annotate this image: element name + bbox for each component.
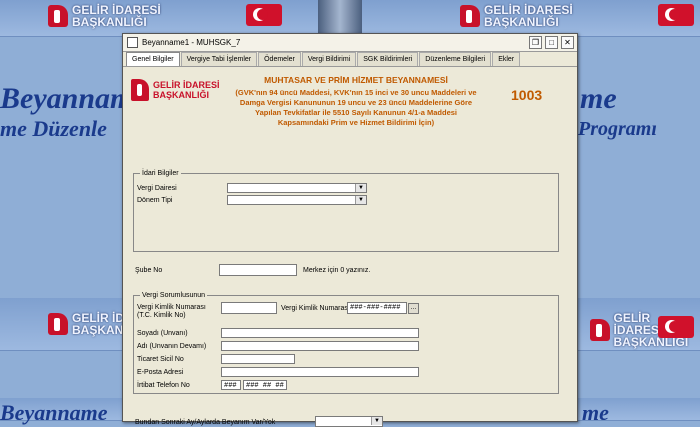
background-banner-text-6: me [582, 400, 609, 426]
telefon-number-input[interactable]: ### ## ## [243, 380, 287, 390]
maximize-icon[interactable]: □ [545, 36, 558, 49]
form-description: (GVK'nın 94 üncü Maddesi, KVK'nın 15 inc… [231, 88, 481, 128]
bg-logo-line2: BAŞKANLIĞI [72, 16, 161, 28]
tc-kimlik-input[interactable] [221, 302, 277, 314]
vergi-sorumlusu-legend: Vergi Sorumlusunun [140, 292, 207, 299]
form-number: 1003 [511, 87, 542, 103]
donem-tipi-select[interactable]: ▼ [227, 195, 367, 205]
ticaret-sicil-label: Ticaret Sicil No [137, 356, 184, 364]
bundan-sonraki-select[interactable]: ▼ [315, 416, 383, 427]
adi-input[interactable] [221, 341, 419, 351]
gib-logo: GELİR İDARESİBAŞKANLIĞI [131, 79, 220, 101]
background-banner-text-3: me [580, 82, 617, 116]
sube-no-hint: Merkez için 0 yazınız. [303, 267, 370, 275]
background-logo-right: GELİR İDARESİBAŞKANLIĞI [460, 4, 573, 28]
window-titlebar[interactable]: Beyanname1 - MUHSGK_7 ❐ □ ✕ [123, 34, 577, 52]
window-title: Beyanname1 - MUHSGK_7 [142, 38, 529, 47]
form-content: GELİR İDARESİBAŞKANLIĞI MUHTASAR VE PRİM… [123, 67, 577, 421]
telefon-code-input[interactable]: ### [221, 380, 241, 390]
logo-line2: BAŞKANLIĞI [153, 90, 220, 100]
gib-logo-icon [131, 79, 149, 101]
tab-ekler[interactable]: Ekler [492, 52, 520, 66]
logo-line1: GELİR İDARESİ [153, 80, 220, 90]
bundan-sonraki-label: Bundan Sonraki Ay/Aylarda Beyanım Var/Yo… [135, 419, 275, 427]
tab-vergiye-tabi-islemler[interactable]: Vergiye Tabi İşlemler [181, 52, 257, 66]
gib-logo-icon [48, 5, 68, 27]
soyadi-label: Soyadı (Unvanı) [137, 330, 188, 338]
tab-bar: Genel Bilgiler Vergiye Tabi İşlemler Öde… [123, 52, 577, 67]
gib-logo-icon [590, 319, 610, 341]
document-icon [127, 37, 138, 48]
bg-logo-line2: BAŞKANLIĞI [484, 16, 573, 28]
gib-logo-icon [460, 5, 480, 27]
gib-logo-icon [48, 313, 68, 335]
adi-label: Adı (Unvanın Devamı) [137, 343, 206, 351]
chevron-down-icon: ▼ [355, 184, 366, 192]
vkn2-label: Vergi Kimlik Numarası [281, 305, 350, 313]
ticaret-sicil-input[interactable] [221, 354, 295, 364]
idari-bilgiler-legend: İdari Bilgiler [140, 170, 181, 177]
background-banner-text-2: me Düzenle [0, 116, 107, 142]
background-banner-text-4: Programı [578, 118, 657, 141]
tab-genel-bilgiler[interactable]: Genel Bilgiler [126, 52, 180, 66]
turkish-flag-icon [246, 4, 282, 26]
donem-tipi-label: Dönem Tipi [137, 197, 172, 205]
chevron-down-icon: ▼ [371, 417, 382, 425]
chevron-down-icon: ▼ [355, 196, 366, 204]
background-logo: GELİR İDARESİBAŞKANLIĞI [48, 4, 161, 28]
turkish-flag-icon [658, 4, 694, 26]
beyanname-window: Beyanname1 - MUHSGK_7 ❐ □ ✕ Genel Bilgil… [122, 33, 578, 422]
telefon-label: İrtibat Telefon No [137, 382, 190, 390]
sube-no-label: Şube No [135, 267, 162, 275]
sube-no-input[interactable] [219, 264, 297, 276]
vkn-input[interactable]: ###-###-#### [347, 302, 407, 314]
vkn-lookup-button[interactable]: ... [408, 303, 419, 314]
vergi-dairesi-select[interactable]: ▼ [227, 183, 367, 193]
vergi-dairesi-label: Vergi Dairesi [137, 185, 177, 193]
close-icon[interactable]: ✕ [561, 36, 574, 49]
tab-odemeler[interactable]: Ödemeler [258, 52, 301, 66]
vkn-label: Vergi Kimlik Numarası (T.C. Kimlik No) [137, 304, 217, 320]
tab-vergi-bildirimi[interactable]: Vergi Bildirimi [302, 52, 356, 66]
turkish-flag-icon [658, 316, 694, 338]
soyadi-input[interactable] [221, 328, 419, 338]
background-banner-text-5: Beyanname [0, 400, 108, 426]
eposta-label: E-Posta Adresi [137, 369, 183, 377]
form-title: MUHTASAR VE PRİM HİZMET BEYANNAMESİ [231, 75, 481, 85]
tab-duzenleme-bilgileri[interactable]: Düzenleme Bilgileri [419, 52, 491, 66]
eposta-input[interactable] [221, 367, 419, 377]
restore-icon[interactable]: ❐ [529, 36, 542, 49]
tab-sgk-bildirimleri[interactable]: SGK Bildirimleri [357, 52, 418, 66]
